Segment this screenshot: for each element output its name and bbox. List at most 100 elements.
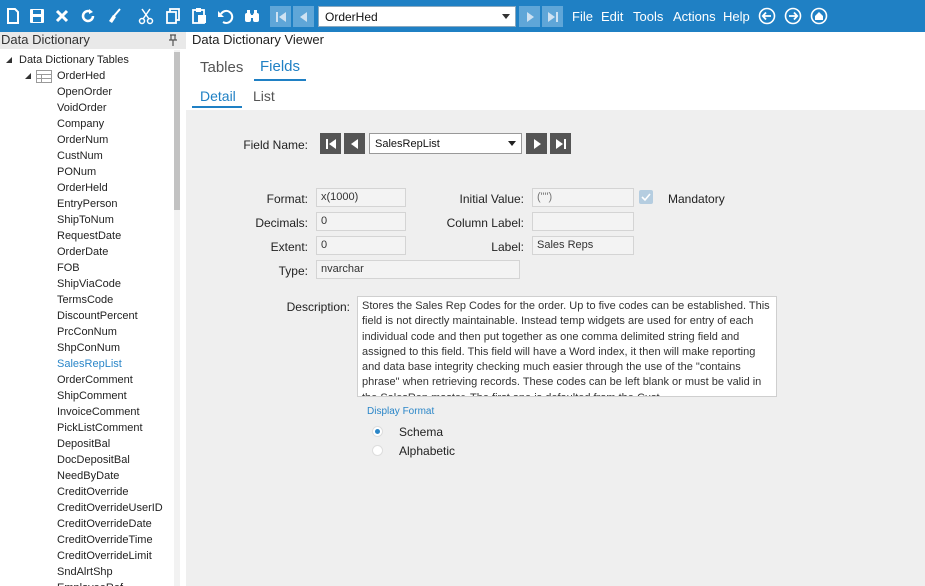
tree-field-item[interactable]: DiscountPercent (57, 309, 138, 325)
undo-icon[interactable] (214, 5, 236, 27)
tree-field-item[interactable]: Company (57, 117, 104, 133)
last-record-icon[interactable] (542, 6, 563, 27)
panel-title-text: Data Dictionary (1, 32, 90, 47)
mandatory-checkbox[interactable] (639, 190, 653, 204)
expand-icon[interactable] (6, 57, 12, 63)
tree-field-item[interactable]: InvoiceComment (57, 405, 140, 421)
tree-field-item[interactable]: EmployeeRef (57, 581, 123, 586)
paste-icon[interactable] (188, 5, 210, 27)
tree-field-item[interactable]: SalesRepList (57, 357, 122, 373)
tree-field-item[interactable]: RequestDate (57, 229, 121, 245)
table-icon (36, 70, 52, 83)
menu-tools[interactable]: Tools (633, 9, 663, 24)
label-field[interactable]: Sales Reps (532, 236, 634, 255)
last-field-icon[interactable] (550, 133, 571, 154)
decimals-field[interactable]: 0 (316, 212, 406, 231)
mandatory-label: Mandatory (668, 192, 725, 206)
panel-title: Data Dictionary (0, 32, 186, 49)
menu-help[interactable]: Help (723, 9, 750, 24)
chevron-down-icon (508, 141, 516, 146)
tree-root-label: Data Dictionary Tables (19, 54, 129, 66)
schema-radio-label[interactable]: Schema (399, 425, 443, 439)
menu-actions[interactable]: Actions (673, 9, 716, 24)
previous-record-icon[interactable] (293, 6, 314, 27)
schema-radio[interactable] (372, 426, 383, 437)
home-icon[interactable] (810, 7, 828, 25)
menu-edit[interactable]: Edit (601, 9, 623, 24)
tree-field-item[interactable]: TermsCode (57, 293, 113, 309)
subtab-detail[interactable]: Detail (200, 88, 236, 104)
table-select-value: OrderHed (325, 10, 378, 24)
initial-value-field[interactable]: ("") (532, 188, 634, 207)
tree-field-item[interactable]: PONum (57, 165, 96, 181)
field-name-value: SalesRepList (375, 138, 440, 150)
previous-field-icon[interactable] (344, 133, 365, 154)
tree-field-item[interactable]: DepositBal (57, 437, 110, 453)
tree-field-item[interactable]: ShipViaCode (57, 277, 121, 293)
field-name-select[interactable]: SalesRepList (369, 133, 522, 154)
tree-field-item[interactable]: CreditOverrideDate (57, 517, 152, 533)
first-record-icon[interactable] (270, 6, 291, 27)
description-text: Stores the Sales Rep Codes for the order… (362, 300, 770, 396)
tree-field-item[interactable]: CreditOverrideLimit (57, 549, 152, 565)
search-binoculars-icon[interactable] (241, 5, 263, 27)
back-icon[interactable] (758, 7, 776, 25)
next-record-icon[interactable] (519, 6, 540, 27)
label-label: Label: (491, 240, 524, 254)
column-label-field[interactable] (532, 212, 634, 231)
field-detail-form: Field Name: SalesRepList Format: x(1000)… (186, 110, 925, 586)
tree-field-item[interactable]: CustNum (57, 149, 103, 165)
tree-field-item[interactable]: OpenOrder (57, 85, 112, 101)
delete-icon[interactable] (51, 5, 73, 27)
tree-field-item[interactable]: CreditOverride (57, 485, 129, 501)
subtab-list[interactable]: List (253, 88, 275, 104)
tree-field-item[interactable]: CreditOverrideUserID (57, 501, 163, 517)
extent-label: Extent: (270, 240, 308, 254)
tree-field-item[interactable]: VoidOrder (57, 101, 107, 117)
type-field[interactable]: nvarchar (316, 260, 520, 279)
cut-icon[interactable] (135, 5, 157, 27)
tree-field-item[interactable]: EntryPerson (57, 197, 118, 213)
tree-field-item[interactable]: ShipComment (57, 389, 127, 405)
table-select[interactable]: OrderHed (318, 6, 516, 27)
tree-field-item[interactable]: ShipToNum (57, 213, 114, 229)
alphabetic-radio[interactable] (372, 445, 383, 456)
column-label-label: Column Label: (446, 216, 524, 230)
extent-field[interactable]: 0 (316, 236, 406, 255)
tree-field-item[interactable]: DocDepositBal (57, 453, 130, 469)
tree-field-item[interactable]: OrderDate (57, 245, 108, 261)
tab-fields[interactable]: Fields (260, 58, 300, 75)
tree-field-item[interactable]: ShpConNum (57, 341, 120, 357)
initial-value-label: Initial Value: (459, 192, 524, 206)
expand-icon[interactable] (25, 73, 31, 79)
tree-field-item[interactable]: OrderNum (57, 133, 108, 149)
save-icon[interactable] (26, 5, 48, 27)
tree-field-item[interactable]: PrcConNum (57, 325, 117, 341)
new-icon[interactable] (2, 5, 24, 27)
format-field[interactable]: x(1000) (316, 188, 406, 207)
tree-field-item[interactable]: NeedByDate (57, 469, 119, 485)
refresh-icon[interactable] (77, 5, 99, 27)
tree-field-item[interactable]: CreditOverrideTime (57, 533, 153, 549)
next-field-icon[interactable] (526, 133, 547, 154)
tree-field-item[interactable]: FOB (57, 261, 80, 277)
tree-field-item[interactable]: OrderHeld (57, 181, 108, 197)
description-box[interactable]: Stores the Sales Rep Codes for the order… (357, 296, 777, 397)
menu-file[interactable]: File (572, 9, 593, 24)
alphabetic-radio-label[interactable]: Alphabetic (399, 444, 455, 458)
tree-scrollbar[interactable] (174, 50, 180, 586)
tab-tables[interactable]: Tables (200, 59, 243, 76)
toolbar: OrderHed File Edit Tools Actions Help (0, 0, 925, 32)
copy-icon[interactable] (162, 5, 184, 27)
pin-icon[interactable] (168, 34, 178, 46)
forward-icon[interactable] (784, 7, 802, 25)
description-label: Description: (286, 300, 350, 314)
scrollbar-thumb[interactable] (174, 52, 180, 210)
tree-field-item[interactable]: OrderComment (57, 373, 133, 389)
type-label: Type: (278, 264, 308, 278)
main-area: Data Dictionary Viewer Tables Fields Det… (186, 32, 925, 586)
tree-field-item[interactable]: SndAlrtShp (57, 565, 113, 581)
tree-field-item[interactable]: PickListComment (57, 421, 143, 437)
clear-broom-icon[interactable] (104, 5, 126, 27)
first-field-icon[interactable] (320, 133, 341, 154)
